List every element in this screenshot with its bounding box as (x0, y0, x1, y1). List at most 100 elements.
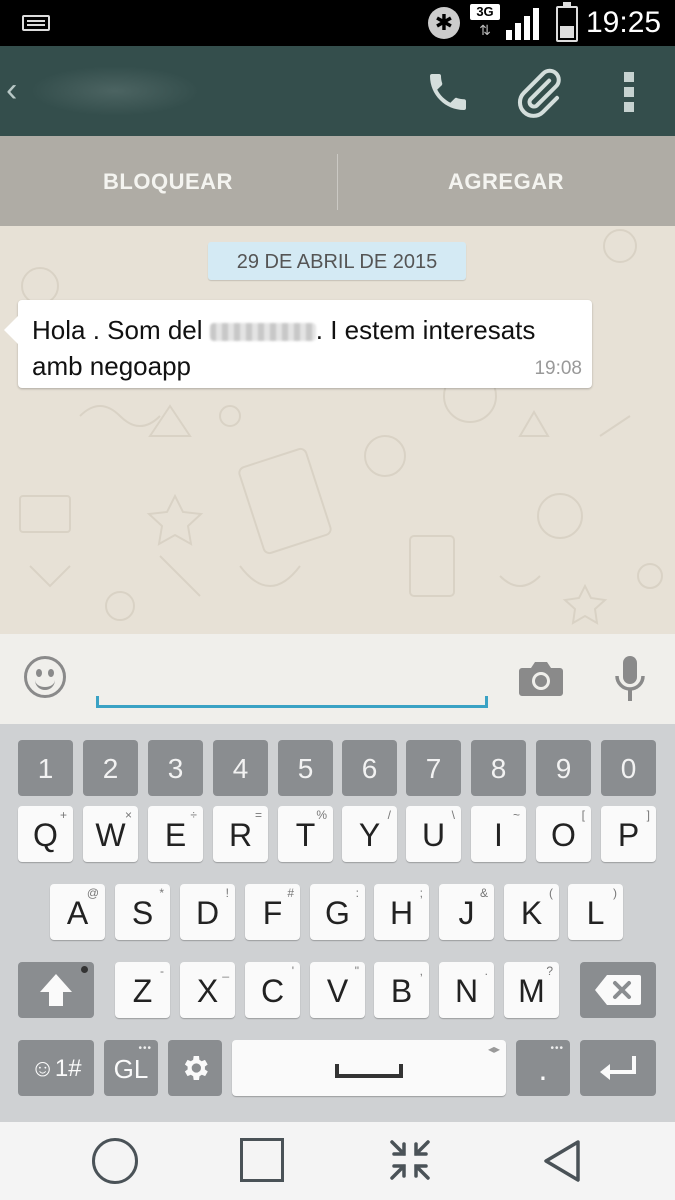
space-cursor-arrows: ◂▸ (487, 1042, 500, 1056)
key-m-label: M (518, 973, 545, 1009)
key-s[interactable]: S * (115, 884, 170, 940)
key-f-secondary: # (287, 886, 294, 900)
incoming-message-bubble[interactable]: Hola . Som del . I estem interesats amb … (4, 300, 592, 388)
recent-apps-icon[interactable] (240, 1138, 284, 1182)
space-icon (335, 1064, 403, 1078)
key-i-label: I (494, 817, 503, 853)
back-nav-icon[interactable] (540, 1138, 584, 1184)
network-3g-icon: 3G ⇅ (470, 4, 500, 42)
network-type-label: 3G (470, 4, 500, 20)
key-s-secondary: * (159, 886, 164, 900)
enter-arrow-icon (600, 1056, 636, 1080)
key-h[interactable]: H; (374, 884, 429, 940)
key-e-label: E (164, 817, 187, 853)
key-c[interactable]: C ' (245, 962, 300, 1018)
key-a[interactable]: A @ (50, 884, 105, 940)
key-e[interactable]: E ÷ (148, 806, 203, 862)
key-t-label: T (295, 817, 316, 853)
message-text-start: Hola . Som del (32, 315, 203, 345)
key-j[interactable]: J & (439, 884, 494, 940)
key-w-secondary: × (124, 808, 132, 822)
status-bar: ✱ 3G ⇅ 19:25 (0, 0, 675, 46)
home-icon[interactable] (92, 1138, 138, 1184)
paperclip-icon[interactable] (512, 66, 566, 120)
key-h-label: H (389, 895, 414, 931)
microphone-icon[interactable] (610, 654, 650, 708)
key-q-label: Q (33, 817, 58, 853)
key-n-secondary: . (484, 964, 488, 978)
key-p[interactable]: P] (601, 806, 656, 862)
key-0[interactable]: 0 (601, 740, 656, 796)
key-l[interactable]: L) (568, 884, 623, 940)
phone-icon[interactable] (424, 68, 472, 116)
key-5[interactable]: 5 (278, 740, 333, 796)
key-b[interactable]: B, (374, 962, 429, 1018)
key-4[interactable]: 4 (213, 740, 268, 796)
dual-window-icon[interactable] (386, 1136, 434, 1184)
redacted-text (209, 323, 316, 342)
key-j-secondary: & (479, 886, 488, 900)
back-icon[interactable]: ‹ (6, 70, 26, 110)
camera-icon[interactable] (518, 660, 564, 698)
key-6[interactable]: 6 (342, 740, 397, 796)
backspace-key[interactable] (580, 962, 656, 1018)
key-2[interactable]: 2 (83, 740, 138, 796)
key-q[interactable]: Q + (18, 806, 73, 862)
key-k[interactable]: K( (504, 884, 559, 940)
shift-indicator-dot (81, 966, 88, 973)
contact-header-redacted[interactable] (30, 66, 200, 116)
key-v[interactable]: V " (310, 962, 365, 1018)
bluetooth-icon: ✱ (428, 7, 460, 39)
keyboard-notification-icon (22, 15, 50, 31)
key-o-label: O (551, 817, 576, 853)
key-q-secondary: + (59, 808, 67, 822)
key-t[interactable]: T% (278, 806, 333, 862)
key-z-secondary: - (160, 964, 164, 978)
key-a-secondary: @ (86, 886, 99, 900)
overflow-menu-icon[interactable] (622, 72, 636, 112)
key-u[interactable]: U \ (406, 806, 461, 862)
key-x[interactable]: X _ (180, 962, 235, 1018)
key-7[interactable]: 7 (406, 740, 461, 796)
key-y[interactable]: Y / (342, 806, 397, 862)
key-f[interactable]: F # (245, 884, 300, 940)
enter-key[interactable] (580, 1040, 656, 1096)
key-w-label: W (95, 817, 126, 853)
block-button[interactable]: BLOQUEAR (0, 136, 336, 226)
key-r[interactable]: R = (213, 806, 268, 862)
key-m[interactable]: M? (504, 962, 559, 1018)
language-key-label: GL (113, 1054, 149, 1084)
system-navigation-bar (0, 1122, 675, 1200)
spacebar-key[interactable]: ◂▸ (232, 1040, 506, 1096)
message-input[interactable] (96, 656, 488, 708)
key-w[interactable]: W × (83, 806, 138, 862)
key-d[interactable]: D! (180, 884, 235, 940)
add-contact-button[interactable]: AGREGAR (338, 136, 674, 226)
shift-key[interactable] (18, 962, 94, 1018)
emoji-icon[interactable] (24, 656, 66, 698)
key-i[interactable]: I ~ (471, 806, 526, 862)
period-key[interactable]: . ••• (516, 1040, 570, 1096)
network-activity-arrows: ⇅ (479, 22, 491, 38)
key-o[interactable]: O[ (536, 806, 591, 862)
key-y-secondary: / (387, 808, 391, 822)
key-l-secondary: ) (613, 886, 617, 900)
key-z[interactable]: Z- (115, 962, 170, 1018)
language-key[interactable]: GL ••• (104, 1040, 158, 1096)
key-1[interactable]: 1 (18, 740, 73, 796)
message-text: Hola . Som del . I estem interesats amb … (32, 312, 592, 384)
period-key-label: . (538, 1051, 548, 1087)
key-z-label: Z (132, 973, 153, 1009)
key-g[interactable]: G: (310, 884, 365, 940)
key-3[interactable]: 3 (148, 740, 203, 796)
key-u-secondary: \ (451, 808, 455, 822)
key-8[interactable]: 8 (471, 740, 526, 796)
symbols-key[interactable]: ☺1# (18, 1040, 94, 1096)
chat-app-bar: ‹ (0, 46, 675, 136)
key-9[interactable]: 9 (536, 740, 591, 796)
on-screen-keyboard: 1 2 3 4 5 6 7 8 9 0 Q + W × E ÷ R = T% Y / U \… (0, 724, 675, 1122)
key-e-secondary: ÷ (190, 808, 197, 822)
settings-key[interactable] (168, 1040, 222, 1096)
key-n[interactable]: N. (439, 962, 494, 1018)
input-underline-right-edge (485, 696, 488, 708)
